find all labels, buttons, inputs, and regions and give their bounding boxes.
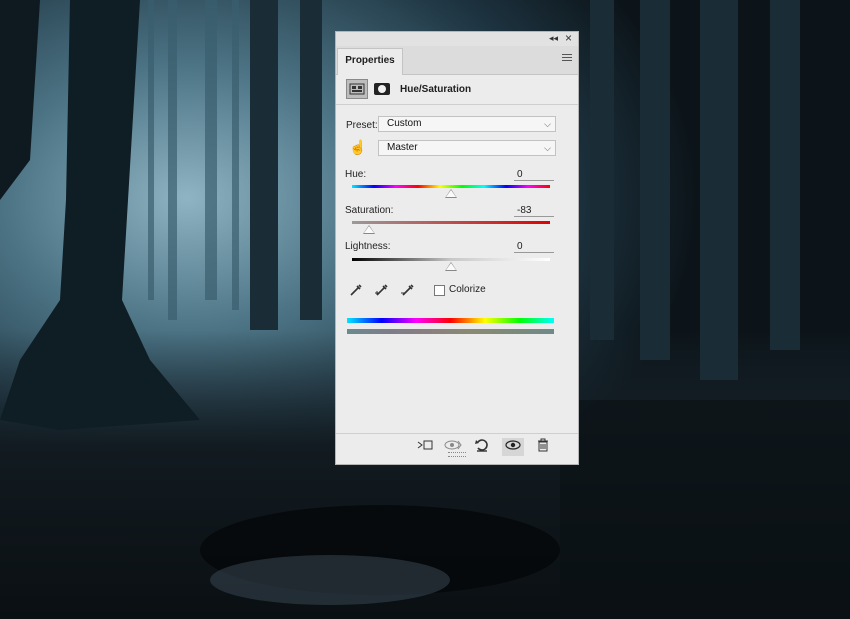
properties-panel: ◂◂ × Properties Hue/Saturation Preset: C… (335, 31, 579, 465)
chevron-down-icon: ⌵ (544, 143, 551, 153)
saturation-label: Saturation: (345, 205, 394, 216)
output-color-strip (347, 329, 554, 334)
layer-mask-icon[interactable] (374, 83, 390, 95)
hue-saturation-adjustment-icon[interactable] (346, 79, 368, 99)
preset-label: Preset: (346, 120, 378, 131)
clip-to-layer-icon[interactable] (414, 438, 436, 456)
lightness-slider-track[interactable] (352, 258, 550, 261)
panel-title-bar[interactable]: ◂◂ × (336, 31, 578, 47)
hue-slider-thumb[interactable] (445, 189, 457, 198)
reset-icon[interactable] (471, 438, 493, 456)
tab-properties[interactable]: Properties (337, 48, 403, 75)
hue-label: Hue: (345, 169, 367, 180)
input-color-strip (347, 318, 554, 323)
bottom-toolbar (336, 433, 578, 458)
adjustment-header: Hue/Saturation (336, 75, 578, 105)
colorize-checkbox[interactable] (434, 285, 445, 296)
visibility-eye-icon[interactable] (502, 438, 524, 456)
lightness-value-field[interactable]: 0 (514, 241, 554, 253)
lightness-label: Lightness: (345, 241, 391, 252)
hand-targeted-adjustment-icon[interactable]: ☝ (349, 139, 366, 156)
close-icon[interactable]: × (565, 31, 572, 45)
channel-select-value: Master (387, 142, 418, 153)
eyedropper-icon[interactable] (348, 282, 364, 301)
lightness-slider-thumb[interactable] (445, 262, 457, 271)
eyedropper-plus-icon[interactable] (374, 282, 390, 301)
hue-value-field[interactable]: 0 (514, 169, 554, 181)
hue-slider-track[interactable] (352, 185, 550, 188)
double-chevron-left-icon[interactable]: ◂◂ (549, 33, 558, 44)
trash-icon[interactable] (532, 438, 554, 456)
saturation-slider-track[interactable] (352, 221, 550, 224)
preset-select[interactable]: Custom ⌵ (378, 116, 556, 132)
adjustment-title: Hue/Saturation (400, 84, 472, 95)
channel-select[interactable]: Master ⌵ (378, 140, 556, 156)
eyedropper-minus-icon[interactable] (400, 282, 416, 301)
preset-select-value: Custom (387, 118, 422, 129)
colorize-label: Colorize (449, 284, 486, 295)
saturation-slider-thumb[interactable] (362, 225, 375, 234)
saturation-value-field[interactable]: -83 (514, 205, 554, 217)
panel-tab-row: Properties (336, 46, 578, 75)
chevron-down-icon: ⌵ (544, 119, 551, 129)
panel-menu-icon[interactable] (562, 54, 572, 63)
resize-grip[interactable] (448, 452, 466, 457)
